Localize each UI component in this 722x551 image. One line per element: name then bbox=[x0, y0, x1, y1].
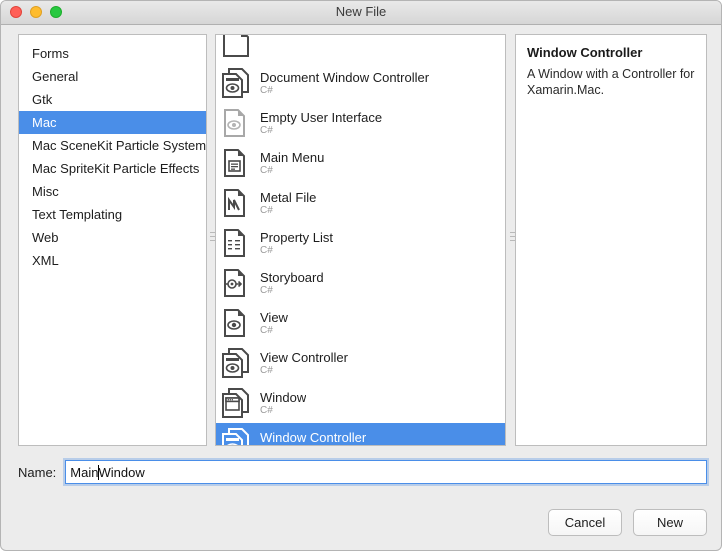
template-language: C# bbox=[260, 445, 366, 446]
title-bar: New File bbox=[1, 1, 721, 25]
sidebar-item-mac-scenekit-particle-systems[interactable]: Mac SceneKit Particle Systems bbox=[19, 134, 206, 157]
template-text: Document Window Controller C# bbox=[260, 70, 429, 97]
document-icon bbox=[220, 35, 252, 59]
category-list[interactable]: Forms General Gtk Mac Mac SceneKit Parti… bbox=[18, 34, 207, 446]
window-icon bbox=[220, 387, 252, 419]
name-input-value-after-caret: Window bbox=[98, 464, 145, 480]
empty-user-interface-icon bbox=[220, 107, 252, 139]
template-text: View Controller C# bbox=[260, 350, 348, 377]
template-name: Property List bbox=[260, 229, 333, 245]
sidebar-item-general[interactable]: General bbox=[19, 65, 206, 88]
template-row-window-controller[interactable]: Window Controller C# bbox=[216, 423, 505, 446]
sidebar-item-xml[interactable]: XML bbox=[19, 249, 206, 272]
document-window-controller-icon bbox=[220, 67, 252, 99]
template-text: Empty User Interface C# bbox=[260, 110, 382, 137]
sidebar-item-label: Text Templating bbox=[32, 207, 123, 222]
template-language: C# bbox=[260, 244, 273, 256]
template-row-storyboard[interactable]: Storyboard C# bbox=[216, 263, 505, 303]
template-text: View C# bbox=[260, 310, 288, 337]
cancel-button[interactable]: Cancel bbox=[548, 509, 622, 536]
template-name: Empty User Interface bbox=[260, 109, 383, 125]
template-name: Metal File bbox=[260, 189, 317, 205]
sidebar-item-label: Gtk bbox=[32, 92, 53, 107]
template-language: C# bbox=[260, 204, 273, 216]
sidebar-item-text-templating[interactable]: Text Templating bbox=[19, 203, 206, 226]
sidebar-item-label: General bbox=[32, 69, 79, 84]
sidebar-item-label: Mac SpriteKit Particle Effects bbox=[32, 161, 200, 176]
template-row-metal-file[interactable]: Metal File C# bbox=[216, 183, 505, 223]
name-input[interactable]: Main Window bbox=[65, 460, 707, 484]
template-language: C# bbox=[260, 364, 273, 376]
template-language: C# bbox=[260, 404, 273, 416]
template-text: Metal File C# bbox=[260, 190, 316, 217]
template-row-view-controller[interactable]: View Controller C# bbox=[216, 343, 505, 383]
template-list-scroll: Document Window Controller C# Empty User… bbox=[216, 35, 505, 446]
new-file-dialog: New File Forms General Gtk Mac Mac Scene… bbox=[0, 0, 722, 551]
template-language: C# bbox=[260, 164, 273, 176]
template-text: Storyboard C# bbox=[260, 270, 324, 297]
metal-file-icon bbox=[220, 187, 252, 219]
name-row: Name: Main Window bbox=[18, 459, 707, 485]
template-row-window[interactable]: Window C# bbox=[216, 383, 505, 423]
sidebar-item-forms[interactable]: Forms bbox=[19, 42, 206, 65]
window-controller-icon bbox=[220, 427, 252, 445]
template-text: Window Controller C# bbox=[260, 429, 367, 446]
sidebar-item-mac-spritekit-particle-effects[interactable]: Mac SpriteKit Particle Effects bbox=[19, 157, 206, 180]
template-row-property-list[interactable]: Property List C# bbox=[216, 223, 505, 263]
view-icon bbox=[220, 307, 252, 339]
sidebar-item-label: XML bbox=[32, 253, 59, 268]
name-label: Name: bbox=[18, 464, 57, 480]
view-controller-icon bbox=[220, 347, 252, 379]
dialog-body: Forms General Gtk Mac Mac SceneKit Parti… bbox=[1, 25, 721, 550]
property-list-icon bbox=[220, 227, 252, 259]
sidebar-item-gtk[interactable]: Gtk bbox=[19, 88, 206, 111]
sidebar-item-label: Forms bbox=[32, 46, 69, 61]
dialog-buttons: Cancel New bbox=[548, 509, 707, 536]
template-name: Document Window Controller bbox=[260, 69, 430, 85]
sidebar-item-label: Mac SceneKit Particle Systems bbox=[32, 138, 206, 153]
template-language: C# bbox=[260, 284, 273, 296]
template-row-main-menu[interactable]: Main Menu C# bbox=[216, 143, 505, 183]
template-text: Main Menu C# bbox=[260, 150, 324, 177]
template-text: Property List C# bbox=[260, 230, 333, 257]
template-language: C# bbox=[260, 324, 273, 336]
sidebar-item-web[interactable]: Web bbox=[19, 226, 206, 249]
detail-title: Window Controller bbox=[527, 45, 643, 60]
template-name: Window bbox=[260, 389, 307, 405]
panes-container: Forms General Gtk Mac Mac SceneKit Parti… bbox=[18, 34, 707, 446]
sidebar-item-misc[interactable]: Misc bbox=[19, 180, 206, 203]
template-row-document-window-controller[interactable]: Document Window Controller C# bbox=[216, 63, 505, 103]
main-menu-icon bbox=[220, 147, 252, 179]
template-name: View Controller bbox=[260, 349, 348, 365]
template-language: C# bbox=[260, 84, 273, 96]
sidebar-item-label: Mac bbox=[32, 115, 57, 130]
sidebar-item-label: Web bbox=[32, 230, 59, 245]
template-row-partial[interactable] bbox=[216, 35, 505, 63]
detail-description: A Window with a Controller for Xamarin.M… bbox=[527, 67, 695, 97]
sidebar-item-mac[interactable]: Mac bbox=[19, 111, 206, 134]
template-row-view[interactable]: View C# bbox=[216, 303, 505, 343]
template-row-empty-user-interface[interactable]: Empty User Interface C# bbox=[216, 103, 505, 143]
storyboard-icon bbox=[220, 267, 252, 299]
template-language: C# bbox=[260, 124, 273, 136]
template-name: Window Controller bbox=[260, 429, 367, 445]
template-name: Main Menu bbox=[260, 149, 325, 165]
template-name: View bbox=[260, 309, 288, 325]
template-list[interactable]: Document Window Controller C# Empty User… bbox=[215, 34, 506, 446]
window-title: New File bbox=[335, 4, 387, 19]
template-text: Window C# bbox=[260, 390, 306, 417]
sidebar-item-label: Misc bbox=[32, 184, 59, 199]
template-detail-panel: Window Controller A Window with a Contro… bbox=[515, 34, 707, 446]
new-button[interactable]: New bbox=[633, 509, 707, 536]
template-name: Storyboard bbox=[260, 269, 324, 285]
name-input-value-before-caret: Main bbox=[70, 464, 99, 480]
